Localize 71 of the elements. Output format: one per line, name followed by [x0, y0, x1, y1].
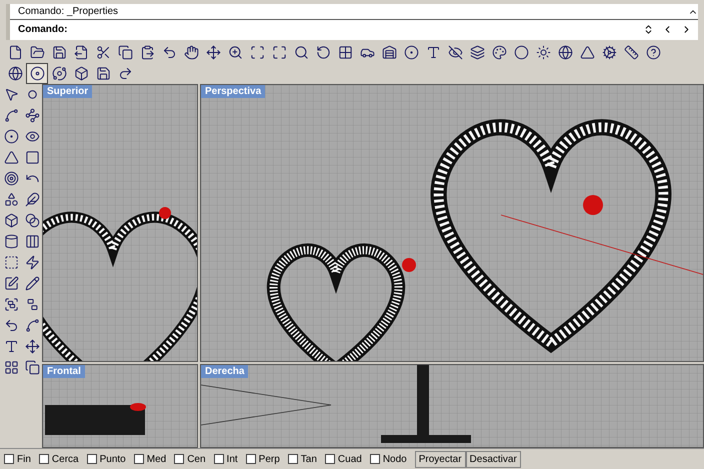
osnap-checkbox[interactable] — [174, 454, 184, 464]
frame-icon — [4, 255, 18, 270]
paste-icon — [140, 45, 154, 60]
zoom-icon — [228, 45, 242, 60]
sphere-light-icon — [536, 45, 550, 60]
osnap-checkbox[interactable] — [324, 454, 335, 464]
cut-icon — [96, 45, 110, 60]
hand-icon — [184, 45, 198, 60]
command-prompt: Comando: — [17, 22, 68, 36]
viewport-title[interactable]: Frontal — [43, 365, 85, 378]
status-button[interactable]: Desactivar — [466, 450, 521, 468]
ungroup-icon — [24, 297, 40, 312]
layers-icon — [470, 45, 484, 60]
circle-dot-icon — [404, 45, 418, 60]
osnap-checkbox[interactable] — [370, 454, 380, 464]
text-icon — [4, 339, 18, 354]
viewport[interactable]: Derecha — [200, 364, 704, 448]
hide-icon — [448, 45, 462, 60]
viewport[interactable]: Frontal — [42, 364, 198, 448]
copy-icon — [118, 45, 132, 60]
osnap-checkbox[interactable] — [4, 454, 14, 464]
rotate-icon — [316, 45, 330, 60]
edit-icon — [4, 276, 18, 291]
osnap-label: Int — [226, 452, 238, 466]
osnap-label: Fin — [17, 452, 31, 466]
new-file-icon — [8, 45, 22, 60]
osnap-checkbox[interactable] — [288, 454, 298, 464]
osnap-checkbox[interactable] — [134, 454, 144, 464]
move-icon — [24, 339, 40, 354]
save-icon — [52, 45, 66, 60]
globe-icon — [558, 45, 572, 60]
cylinder-icon — [4, 234, 18, 249]
copy-icon — [24, 360, 40, 375]
shed-icon — [382, 45, 396, 60]
osnap-label: Perp — [258, 452, 280, 466]
pointer-icon — [4, 87, 18, 102]
status-button[interactable]: Proyectar — [414, 450, 466, 468]
osnap-label: Punto — [100, 452, 126, 466]
group-icon — [4, 297, 18, 312]
export-icon — [74, 45, 88, 60]
spinner-icon[interactable] — [643, 24, 654, 34]
osnap-label: Tan — [300, 452, 317, 466]
box-icon — [4, 213, 18, 228]
spline-icon — [24, 318, 40, 333]
undo-icon — [162, 45, 176, 60]
grid-icon — [338, 45, 352, 60]
osnap-checkbox[interactable] — [214, 454, 224, 464]
osnap-label: Nodo — [382, 452, 407, 466]
osnap-checkbox[interactable] — [86, 454, 97, 464]
command-history: Comando: _Properties — [17, 5, 120, 19]
polyline-icon — [4, 108, 18, 123]
circle-icon — [4, 129, 18, 144]
folder-icon — [30, 45, 44, 60]
search-icon — [294, 45, 308, 60]
gear-icon — [602, 45, 616, 60]
viewport[interactable]: Superior — [42, 84, 198, 362]
move-icon — [206, 45, 220, 60]
rectangle-icon — [24, 150, 40, 165]
help-icon — [646, 45, 660, 60]
triangle-icon — [580, 45, 594, 60]
osnap-label: Cen — [187, 452, 206, 466]
viewport-title[interactable]: Superior — [43, 85, 92, 98]
viewport-title[interactable]: Derecha — [201, 365, 248, 378]
osnap-checkbox[interactable] — [38, 454, 49, 464]
osnap-label: Cuad — [338, 452, 362, 466]
osnap-label: Cerca — [52, 452, 79, 466]
pencil-icon — [24, 276, 40, 291]
osnap-checkbox[interactable] — [246, 454, 256, 464]
viewport[interactable]: Perspectiva — [200, 84, 704, 362]
viewport-title[interactable]: Perspectiva — [201, 85, 266, 98]
osnap-label: Med — [146, 452, 166, 466]
